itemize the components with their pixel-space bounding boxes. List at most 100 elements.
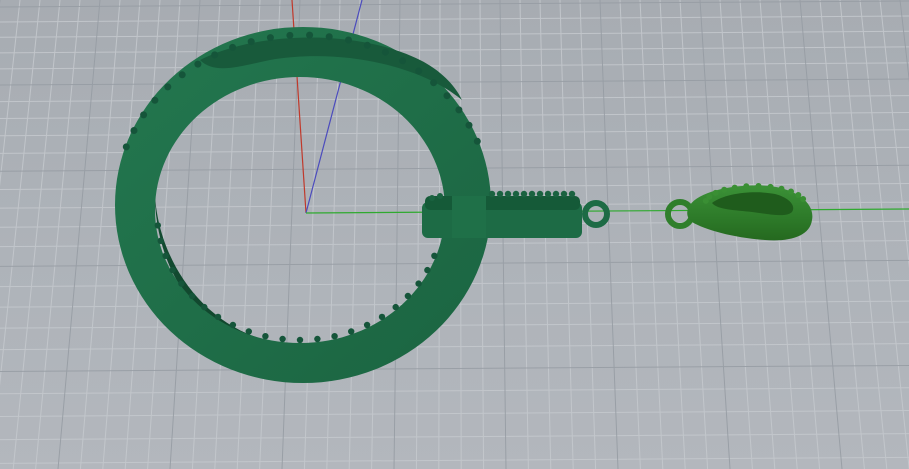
bead — [496, 190, 504, 198]
grid-line — [0, 387, 909, 395]
bead — [229, 321, 237, 329]
bead — [262, 333, 269, 340]
bead — [325, 33, 333, 41]
bead — [721, 186, 728, 193]
grid-line — [0, 364, 909, 372]
bead — [778, 185, 785, 192]
grid-line — [659, 0, 686, 469]
grid-line — [0, 15, 909, 23]
grid-line — [839, 0, 888, 469]
bead — [795, 192, 802, 198]
bead — [194, 60, 202, 68]
bead — [314, 335, 321, 343]
grid-line — [599, 0, 619, 469]
bead — [245, 328, 252, 335]
bead — [415, 67, 423, 75]
bead — [164, 83, 172, 91]
bead — [552, 190, 560, 198]
bead — [536, 190, 544, 198]
grid-line — [79, 0, 121, 469]
grid-line — [0, 78, 909, 86]
bead — [151, 96, 159, 104]
bead — [178, 71, 186, 79]
bead — [157, 237, 164, 244]
grid-line — [579, 0, 597, 469]
3d-viewport[interactable] — [0, 0, 909, 469]
bead — [169, 266, 176, 274]
grid-line — [0, 343, 909, 351]
bead — [520, 190, 528, 198]
bead — [465, 121, 473, 129]
bead — [731, 184, 738, 191]
bead — [296, 336, 304, 344]
bead — [568, 190, 576, 198]
bead — [424, 266, 431, 274]
grid-line — [639, 0, 664, 469]
bead — [443, 92, 451, 100]
bead — [560, 190, 568, 198]
bead — [348, 328, 355, 335]
bead — [286, 31, 294, 39]
bead — [178, 280, 185, 287]
bail-bar-object[interactable] — [422, 190, 610, 238]
bead — [800, 196, 807, 202]
grid-line — [679, 0, 709, 469]
bead — [706, 193, 713, 200]
bead — [512, 190, 520, 198]
bead — [429, 195, 435, 201]
bead — [378, 313, 386, 321]
bead — [279, 335, 286, 343]
bead — [247, 38, 255, 46]
bead — [399, 57, 407, 65]
grid-line — [57, 0, 101, 469]
grid-line — [35, 0, 81, 469]
bead — [363, 41, 371, 49]
bead — [431, 252, 438, 259]
bead — [214, 313, 222, 321]
grid-line — [0, 0, 909, 8]
bead — [162, 252, 169, 259]
bead — [122, 143, 130, 151]
bead — [473, 137, 481, 145]
bead — [331, 333, 338, 340]
grid-line — [619, 0, 641, 469]
grid-line — [699, 0, 731, 469]
grid-line — [859, 0, 909, 469]
bead — [488, 190, 496, 198]
bead — [140, 111, 148, 119]
bead — [306, 31, 314, 39]
bead — [404, 292, 412, 300]
bead — [363, 321, 371, 329]
bead — [130, 127, 138, 134]
bead — [345, 36, 352, 44]
grid-line — [0, 30, 909, 38]
bead — [788, 188, 794, 195]
grid-line — [0, 409, 909, 417]
bead — [381, 48, 389, 56]
bead — [415, 280, 422, 287]
grid-line — [12, 0, 61, 469]
bead — [712, 189, 719, 196]
bead — [211, 51, 219, 59]
bail-bar-joint — [452, 196, 486, 238]
grid-line — [0, 0, 21, 187]
pendant-bail-object[interactable] — [665, 183, 813, 241]
bead — [528, 190, 536, 198]
bead — [437, 193, 443, 199]
bead — [154, 222, 161, 229]
bead — [755, 183, 762, 189]
bail-bar-loop — [582, 200, 610, 228]
bead — [455, 106, 463, 114]
bead — [201, 303, 208, 311]
viewport-canvas[interactable] — [0, 0, 909, 469]
bail-bar-top — [425, 196, 580, 210]
grid-line — [0, 456, 909, 464]
bead — [392, 303, 399, 311]
bead — [504, 190, 512, 198]
grid-line — [819, 0, 865, 469]
bead — [430, 79, 438, 87]
bead — [767, 183, 774, 190]
bead — [743, 183, 750, 190]
bead — [188, 292, 196, 300]
grid-line — [799, 0, 843, 469]
